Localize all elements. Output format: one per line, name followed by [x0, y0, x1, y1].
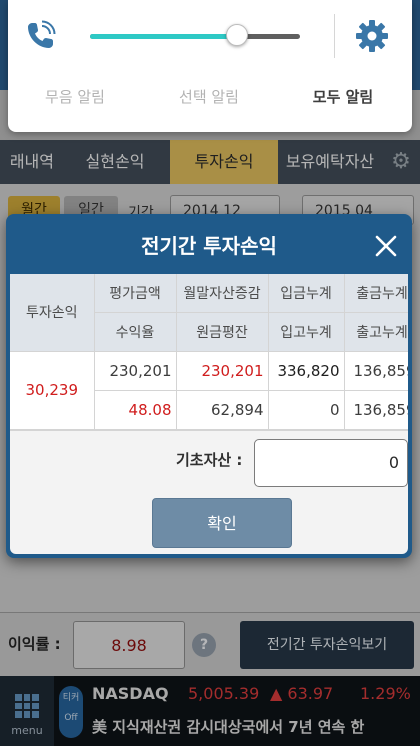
close-icon[interactable]: [372, 232, 400, 260]
header-investment-profit: 투자손익: [10, 274, 95, 352]
volume-slider-knob[interactable]: [226, 24, 248, 46]
cell-month-asset-change: 230,201: [176, 351, 269, 391]
header-deposit-total: 입금누계: [268, 274, 345, 313]
alert-option-silent[interactable]: 무음 알림: [8, 86, 142, 116]
cell-stock-in-total: 0: [268, 390, 345, 430]
base-asset-input[interactable]: 0: [254, 439, 408, 487]
cell-principal-avg: 62,894: [176, 390, 269, 430]
divider: [334, 14, 335, 58]
cell-stock-out-total: 136,859: [344, 390, 408, 430]
cell-return-rate: 48.08: [94, 390, 177, 430]
phone-icon[interactable]: [24, 20, 56, 52]
volume-slider[interactable]: [90, 34, 300, 39]
notification-panel: 무음 알림 선택 알림 모두 알림: [8, 0, 412, 132]
header-withdraw-total: 출금누계: [344, 274, 408, 313]
confirm-button[interactable]: 확인: [152, 498, 292, 548]
header-eval-amount: 평가금액: [94, 274, 177, 313]
base-asset-row: 기초자산 : 0: [10, 430, 408, 490]
cell-eval-amount: 230,201: [94, 351, 177, 391]
alert-mode-options: 무음 알림 선택 알림 모두 알림: [8, 86, 412, 116]
profit-table: 투자손익 평가금액 월말자산증감 입금누계 출금누계 수익율 원금평잔 입고누계…: [10, 274, 408, 430]
cell-withdraw-total: 136,859: [344, 351, 408, 391]
cell-investment-profit: 30,239: [10, 351, 95, 430]
dialog-header: 전기간 투자손익: [10, 218, 408, 274]
cell-deposit-total: 336,820: [268, 351, 345, 391]
header-return-rate: 수익율: [94, 312, 177, 352]
alert-option-all[interactable]: 모두 알림: [276, 86, 410, 116]
volume-slider-fill: [90, 34, 237, 39]
dialog-body: 투자손익 평가금액 월말자산증감 입금누계 출금누계 수익율 원금평잔 입고누계…: [10, 274, 408, 554]
header-stock-in-total: 입고누계: [268, 312, 345, 352]
investment-profit-dialog: 전기간 투자손익 투자손익 평가금액 월말자산증감 입금누계 출금누계 수익율 …: [6, 214, 412, 558]
dialog-title: 전기간 투자손익: [141, 234, 277, 258]
alert-option-selected[interactable]: 선택 알림: [142, 86, 276, 116]
base-asset-label: 기초자산 :: [176, 451, 243, 469]
header-stock-out-total: 출고누계: [344, 312, 408, 352]
header-month-asset-change: 월말자산증감: [176, 274, 269, 313]
header-principal-avg: 원금평잔: [176, 312, 269, 352]
gear-icon[interactable]: [354, 18, 390, 54]
